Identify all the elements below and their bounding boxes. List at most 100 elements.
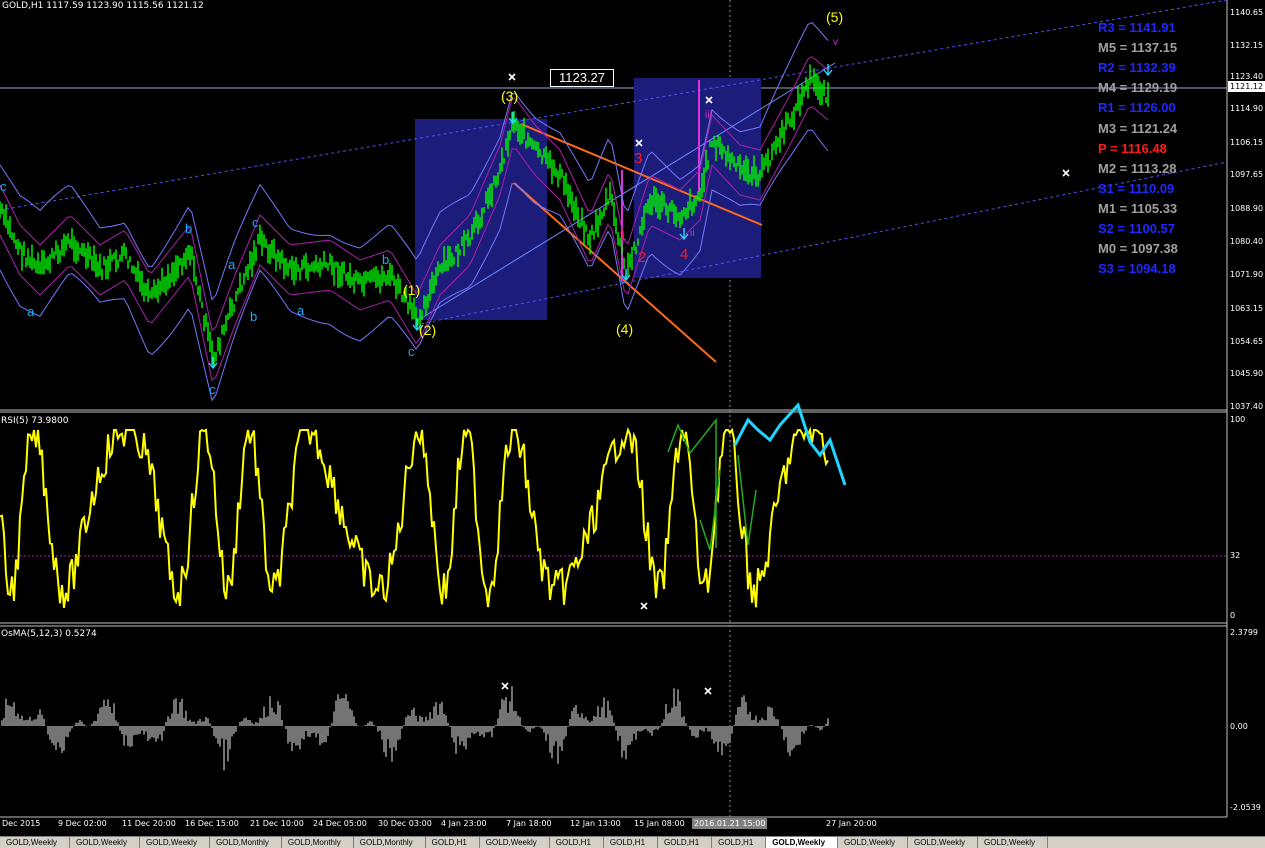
time-axis-label: 21 Dec 10:00 [250, 819, 304, 828]
time-axis-label: 15 Jan 08:00 [634, 819, 685, 828]
pivot-level: P = 1116.48 [1098, 140, 1167, 156]
price-axis-label: 1054.65 [1230, 337, 1264, 346]
time-zone-box-2 [634, 78, 761, 278]
chart-tab[interactable]: GOLD,H1 [550, 837, 604, 848]
osma-axis-min: -2.0539 [1230, 803, 1261, 812]
minor-wave-3: 3 [634, 150, 643, 167]
pivot-level: M2 = 1113.28 [1098, 160, 1177, 176]
price-axis-label: 1037.40 [1230, 402, 1264, 411]
chart-tab[interactable]: GOLD,Weekly [838, 837, 909, 848]
price-axis-label: 1132.15 [1230, 41, 1264, 50]
pivot-level: S3 = 1094.18 [1098, 261, 1176, 277]
cursor-time-box: 2016.01.21 15:00 [692, 818, 768, 829]
time-axis-label: Dec 2015 [2, 819, 41, 828]
cyan-wave-b2: b [250, 309, 258, 324]
chart-tab[interactable]: GOLD,Monthly [282, 837, 354, 848]
pivot-level: R3 = 1141.91 [1098, 20, 1176, 35]
time-axis-label: 11 Dec 20:00 [122, 819, 176, 828]
cyan-wave-c0: c [0, 179, 7, 194]
price-axis-label: 1097.65 [1230, 170, 1264, 179]
rsi-cyan-pattern [733, 402, 847, 486]
subwave-v: v [833, 37, 838, 48]
wave-label-2: (2) [419, 322, 437, 338]
rsi-axis-32: 32 [1230, 551, 1241, 560]
osma-histogram [1, 686, 829, 771]
rsi-axis-100: 100 [1230, 415, 1246, 424]
cyan-wave-a2: a [228, 257, 236, 272]
pivot-level: M5 = 1137.15 [1098, 40, 1178, 56]
chart-tabs-bar: GOLD,Weekly GOLD,Weekly GOLD,Weekly GOLD,Mo… [0, 836, 1265, 848]
chart-tab[interactable]: GOLD,Monthly [354, 837, 426, 848]
chart-tab[interactable]: GOLD,H1 [604, 837, 659, 848]
rsi-header: RSI(5) 73.9800 [1, 416, 69, 426]
pivot-level: S2 = 1100.57 [1098, 221, 1175, 236]
chart-tab[interactable]: GOLD,H1 [712, 837, 767, 848]
cyan-wave-b3: b [382, 252, 390, 267]
time-axis-label: 4 Jan 23:00 [441, 819, 487, 828]
marker-x-5 [501, 682, 509, 690]
cyan-wave-a3: a [297, 303, 305, 318]
chart-canvas[interactable] [0, 0, 1265, 847]
symbol-header: GOLD,H1 1117.59 1123.90 1115.56 1121.12 [2, 1, 204, 11]
wave-label-1: (1) [403, 282, 421, 298]
chart-tab[interactable]: GOLD,Weekly [140, 837, 210, 848]
price-axis-label: 1123.40 [1230, 72, 1264, 81]
cyan-wave-a1: a [27, 304, 35, 319]
cursor-price-box: 1123.27 [550, 69, 614, 87]
rsi-axis-0: 0 [1230, 611, 1236, 620]
cyan-wave-c3: c [408, 344, 415, 359]
chart-tab[interactable]: GOLD,Weekly [480, 837, 550, 848]
chart-tab[interactable]: GOLD,Weekly [978, 837, 1048, 848]
wave-label-3: (3) [501, 88, 519, 104]
time-zone-box-1 [415, 119, 547, 320]
osma-axis-zero: 0.00 [1230, 722, 1248, 731]
price-axis-label: 1063.15 [1230, 304, 1264, 313]
chart-tab[interactable]: GOLD,Weekly [70, 837, 140, 848]
pivot-level: M0 = 1097.38 [1098, 241, 1178, 257]
current-price-label: 1121.12 [1228, 81, 1265, 92]
cyan-wave-b1: b [185, 221, 193, 236]
time-axis-label: 24 Dec 05:00 [313, 819, 367, 828]
minor-wave-1: 1 [619, 227, 627, 243]
osma-axis-max: 2.3799 [1230, 628, 1258, 637]
marker-x-4 [640, 602, 648, 610]
price-axis-label: 1088.90 [1230, 204, 1264, 213]
chart-tab[interactable]: GOLD,Weekly [908, 837, 979, 848]
price-axis-label: 1080.40 [1230, 237, 1264, 246]
channel-upper [0, 0, 1228, 211]
cyan-wave-c4: c [620, 271, 627, 286]
pivot-level: M1 = 1105.33 [1098, 200, 1178, 216]
marker-x-6 [704, 687, 712, 695]
chart-tab[interactable]: GOLD,Monthly [210, 837, 282, 848]
pivot-level: R1 = 1126.00 [1098, 100, 1176, 116]
subwave-ii: ii [690, 228, 695, 239]
cyan-wave-c1: c [209, 382, 216, 397]
time-axis-label: 7 Jan 18:00 [506, 819, 552, 828]
chart-tab[interactable]: GOLD,H1 [426, 837, 480, 848]
time-axis-label: 30 Dec 03:00 [378, 819, 432, 828]
time-axis-label: 12 Jan 13:00 [570, 819, 621, 828]
cyan-wave-c2: c [252, 215, 259, 230]
price-axis-label: 1071.90 [1230, 270, 1264, 279]
wave-label-4: (4) [616, 321, 634, 337]
price-axis-label: 1114.90 [1230, 104, 1264, 113]
price-axis-label: 1140.65 [1230, 8, 1264, 17]
wave-label-5: (5) [826, 9, 844, 25]
price-axis-label: 1106.15 [1230, 138, 1264, 147]
pivot-level: M4 = 1129.19 [1098, 80, 1178, 96]
subwave-iii: iii [705, 110, 712, 121]
time-axis-label: 27 Jan 20:00 [826, 819, 877, 828]
marker-x-0 [508, 73, 516, 81]
minor-wave-2: 2 [638, 249, 647, 266]
chart-tab[interactable]: GOLD,Weekly [0, 837, 70, 848]
price-axis-label: 1045.90 [1230, 369, 1264, 378]
chart-tab[interactable]: GOLD,H1 [658, 837, 713, 848]
chart-tab[interactable]: GOLD,Weekly [766, 837, 839, 848]
minor-wave-4: 4 [680, 246, 689, 263]
rsi-line [0, 426, 829, 609]
pivot-level: R2 = 1132.39 [1098, 60, 1176, 76]
time-axis-label: 16 Dec 15:00 [185, 819, 239, 828]
pivot-level: M3 = 1121.24 [1098, 120, 1178, 136]
osma-header: OsMA(5,12,3) 0.5274 [1, 629, 97, 639]
pivot-level: S1 = 1110.09 [1098, 180, 1175, 196]
